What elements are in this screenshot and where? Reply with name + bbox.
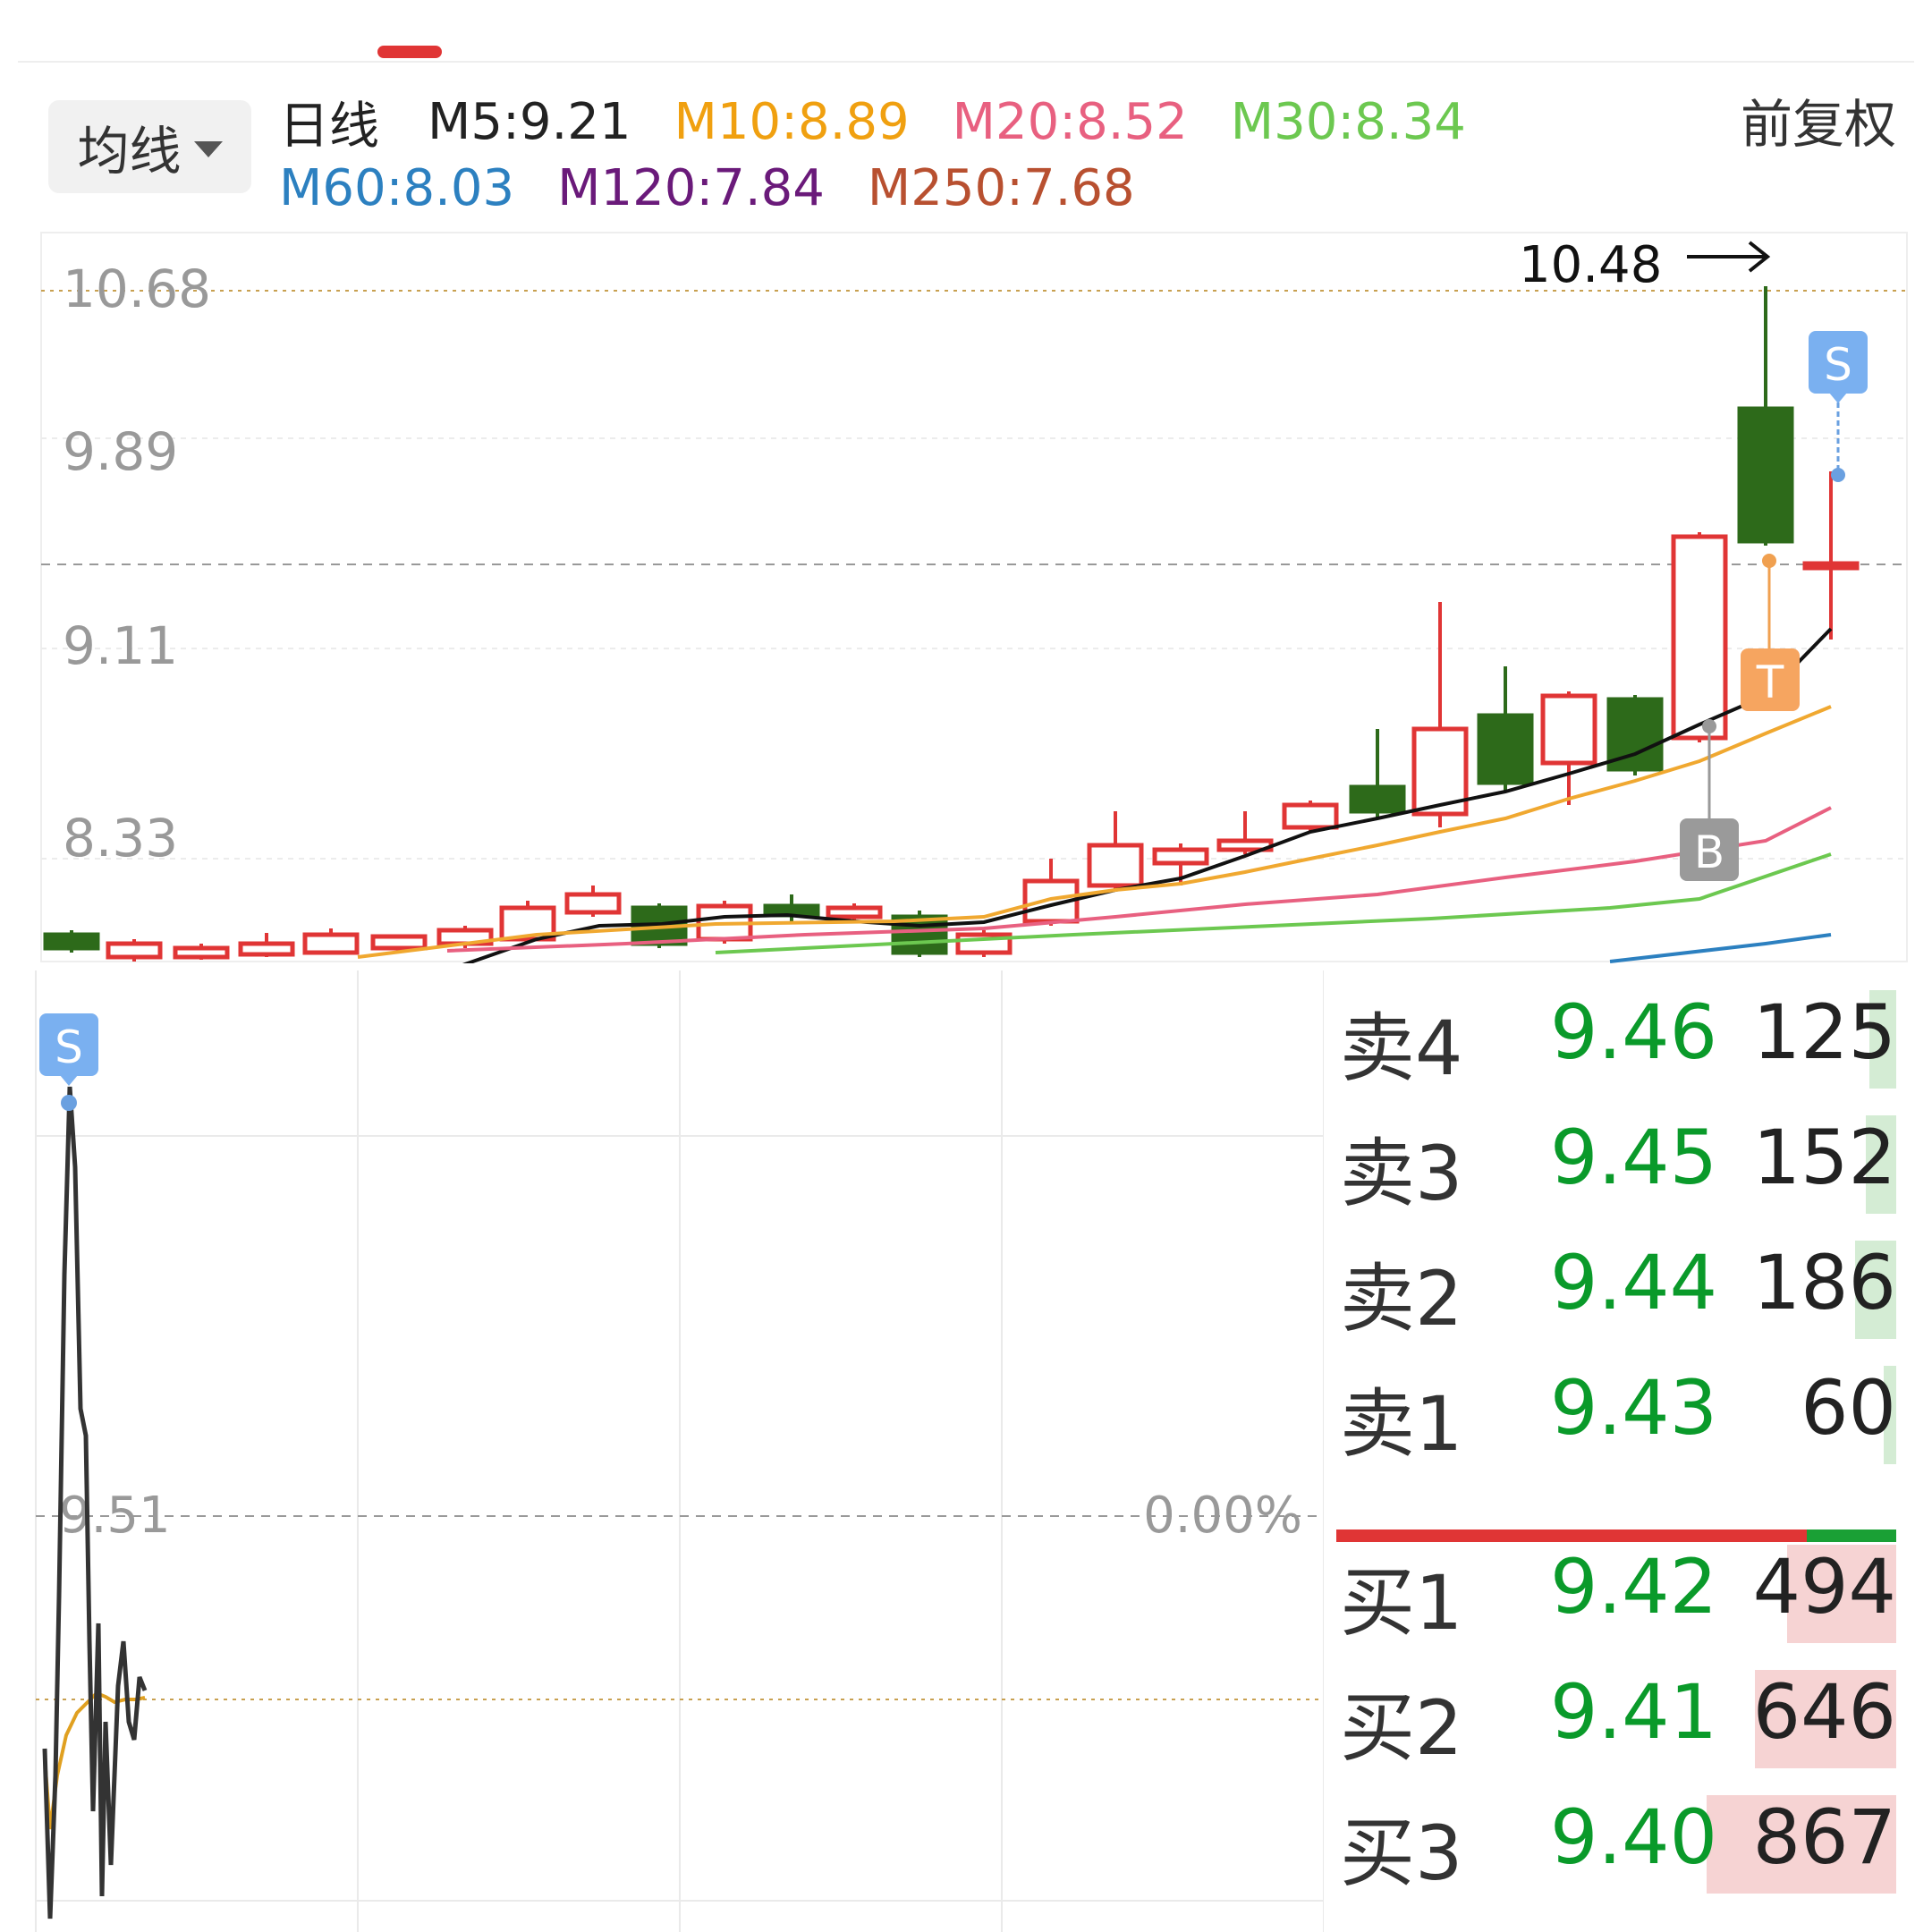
candle-body [1282, 802, 1339, 830]
intraday-sell-signal[interactable]: S [39, 1013, 98, 1111]
intraday-price-label: 9.51 [59, 1487, 171, 1545]
candle-body [1477, 713, 1534, 785]
bid-level-label: 买2 [1340, 1684, 1463, 1772]
arrow-right-icon [1687, 241, 1771, 273]
candle-body [1737, 406, 1794, 544]
ask-price: 9.43 [1550, 1364, 1718, 1452]
bid-row-1[interactable]: 买1 9.42 494 [1324, 1525, 1896, 1650]
candle-body [370, 934, 428, 951]
sell-signal-text: S [1824, 339, 1852, 391]
candle-body [43, 932, 100, 951]
ask-row-3[interactable]: 卖3 9.45 152 [1324, 1096, 1896, 1221]
ma-legend-row-1: 日线 M5:9.21 M10:8.89 M20:8.52 M30:8.34 [279, 86, 1509, 158]
buy-signal-marker[interactable]: B [1680, 719, 1739, 881]
bid-level-label: 买3 [1340, 1809, 1463, 1897]
ma60-line [1609, 933, 1832, 963]
y-axis-label: 9.11 [63, 615, 178, 676]
ma-dropdown-label: 均线 [77, 121, 182, 182]
candle-body [238, 941, 295, 957]
active-tab-indicator [377, 46, 442, 58]
ask-level-label: 卖3 [1340, 1130, 1463, 1217]
bid-price: 9.42 [1550, 1543, 1718, 1631]
intraday-sell-text: S [55, 1021, 83, 1073]
ask-volume: 152 [1752, 1114, 1896, 1201]
order-book: 卖4 9.46 125 卖3 9.45 152 卖2 9.44 186 卖1 9… [1324, 970, 1896, 1932]
ma120-value: M120:7.84 [557, 159, 825, 217]
intraday-pct-label: 0.00% [1143, 1487, 1302, 1545]
top-divider [18, 61, 1914, 63]
bid-level-label: 买1 [1340, 1559, 1463, 1647]
ask-volume: 60 [1801, 1364, 1896, 1452]
ma60-value: M60:8.03 [279, 159, 515, 217]
candle-body [106, 941, 163, 960]
adjust-mode-button[interactable]: 前复权 [1741, 82, 1896, 157]
bid-price: 9.41 [1550, 1668, 1718, 1756]
ma30-value: M30:8.34 [1230, 93, 1466, 151]
candle-body [302, 932, 360, 955]
ask-level-label: 卖1 [1340, 1380, 1463, 1468]
bid-price: 9.40 [1550, 1793, 1718, 1881]
intraday-chart[interactable]: 9.51 0.00% S [0, 970, 1324, 1932]
candle-body [826, 905, 883, 919]
ask-row-2[interactable]: 卖2 9.44 186 [1324, 1221, 1896, 1346]
bid-row-3[interactable]: 买3 9.40 867 [1324, 1775, 1896, 1901]
kline-frame [40, 232, 1908, 962]
candle-body [173, 945, 230, 960]
ask-volume: 125 [1752, 988, 1896, 1076]
ask-price: 9.44 [1550, 1239, 1718, 1326]
bid-volume: 494 [1752, 1543, 1896, 1631]
candle-body [564, 892, 622, 915]
candle-body [1152, 847, 1209, 866]
candle-body [1802, 561, 1860, 571]
candle-body [1349, 784, 1406, 814]
candle-body [1540, 693, 1597, 766]
sell-signal-marker[interactable]: S [1809, 331, 1868, 482]
period-label[interactable]: 日线 [279, 86, 379, 158]
ma10-value: M10:8.89 [674, 93, 910, 151]
ma20-value: M20:8.52 [952, 93, 1188, 151]
chevron-down-icon [193, 141, 223, 157]
ma-dropdown[interactable]: 均线 [48, 100, 251, 193]
bid-volume: 646 [1752, 1668, 1896, 1756]
ask-row-1[interactable]: 卖1 9.43 60 [1324, 1346, 1896, 1471]
candle-body [1087, 843, 1144, 888]
ask-volume: 186 [1752, 1239, 1896, 1326]
kline-chart[interactable]: 10.68 9.89 9.11 8.33 10.48 S T B [0, 228, 1932, 963]
bid-row-2[interactable]: 买2 9.41 646 [1324, 1650, 1896, 1775]
ma5-value: M5:9.21 [428, 93, 631, 151]
ma250-value: M250:7.68 [867, 159, 1135, 217]
t-signal-marker[interactable]: T [1741, 554, 1800, 711]
high-price-label: 10.48 [1519, 236, 1662, 294]
buy-signal-text: B [1694, 826, 1724, 878]
ask-level-label: 卖4 [1340, 1004, 1463, 1092]
y-axis-label: 10.68 [63, 258, 211, 319]
y-axis-label: 9.89 [63, 421, 178, 482]
candle-body [1671, 534, 1728, 741]
y-axis-label: 8.33 [63, 808, 178, 869]
ask-row-4[interactable]: 卖4 9.46 125 [1324, 970, 1896, 1096]
candles [43, 286, 1860, 962]
t-signal-text: T [1756, 657, 1784, 708]
ask-price: 9.45 [1550, 1114, 1718, 1201]
ask-level-label: 卖2 [1340, 1255, 1463, 1343]
bid-volume: 867 [1752, 1793, 1896, 1881]
ma-legend-row-2: M60:8.03 M120:7.84 M250:7.68 [279, 159, 1178, 217]
ask-price: 9.46 [1550, 988, 1718, 1076]
